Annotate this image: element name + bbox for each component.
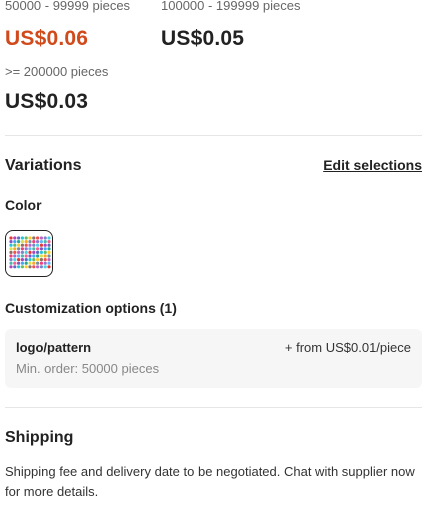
customization-title: Customization options (1)	[5, 300, 177, 316]
color-palette-icon	[9, 236, 51, 269]
shipping-description: Shipping fee and delivery date to be neg…	[5, 464, 415, 499]
color-label: Color	[5, 197, 42, 213]
customization-option-price: + from US$0.01/piece	[284, 340, 411, 355]
color-swatch-option[interactable]	[5, 230, 53, 277]
edit-selections-link[interactable]: Edit selections	[323, 157, 422, 173]
divider	[5, 135, 422, 136]
tier-price-1: US$0.06	[5, 27, 89, 50]
tier-range-1: 50000 - 99999 pieces	[5, 0, 131, 13]
customization-option-name: logo/pattern	[16, 340, 92, 355]
tier-price-3: US$0.03	[5, 90, 89, 113]
variations-title: Variations	[5, 157, 82, 174]
customization-min-order: Min. order: 50000 pieces	[16, 361, 160, 376]
tier-price-2: US$0.05	[161, 27, 245, 50]
tier-range-2: 100000 - 199999 pieces	[161, 0, 301, 13]
divider	[5, 407, 422, 408]
customization-option-card[interactable]: logo/pattern + from US$0.01/piece Min. o…	[5, 329, 422, 388]
tier-range-3: >= 200000 pieces	[5, 64, 109, 79]
shipping-title: Shipping	[5, 429, 74, 446]
